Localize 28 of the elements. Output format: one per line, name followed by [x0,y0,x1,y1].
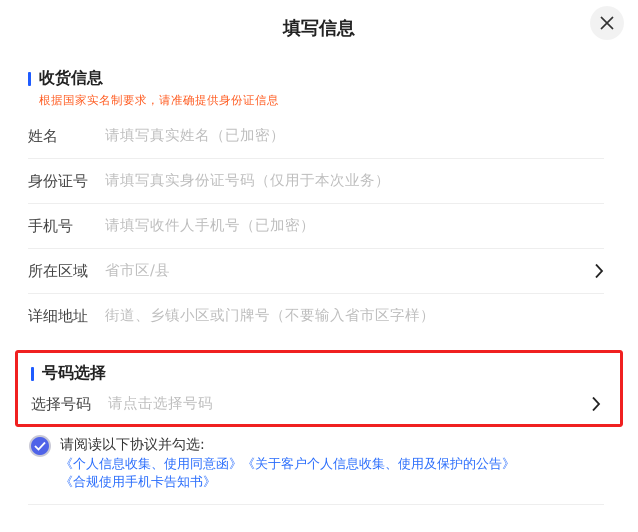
field-label: 所在区域 [28,262,89,280]
section-heading: 收货信息 [39,68,103,89]
field-label: 详细地址 [28,306,89,326]
agreement-link[interactable]: 《个人信息收集、使用同意函》 [60,456,242,474]
check-icon [34,441,46,451]
field-label: 身份证号 [28,172,89,190]
notice-text: 根据国家实名制要求，请准确提供身份证信息 [39,93,280,108]
dialog-title: 填写信息 [283,17,355,40]
select-field[interactable]: 省市区/县 [105,263,594,279]
close-icon [600,16,614,30]
chevron-right-icon[interactable] [591,396,601,412]
agreement-link[interactable]: 《关于客户个人信息收集、使用及保护的公告》 [242,456,515,474]
field-label: 姓名 [28,126,59,146]
input-field[interactable]: 街道、乡镇小区或门牌号（不要输入省市区字样） [105,308,604,324]
section-heading: 号码选择 [42,363,106,384]
agreement-prompt: 请阅读以下协议并勾选: [60,436,206,454]
agreement-link[interactable]: 《合规使用手机卡告知书》 [60,474,216,492]
select-field[interactable]: 请点击选择号码 [108,396,591,412]
section-marker [28,72,31,86]
input-field[interactable]: 请填写真实身份证号码（仅用于本次业务） [105,173,604,189]
agreement-checkbox[interactable] [29,435,51,457]
input-field[interactable]: 请填写收件人手机号（已加密） [105,218,604,234]
input-field[interactable]: 请填写真实姓名（已加密） [105,128,604,144]
field-label: 手机号 [28,216,74,236]
chevron-right-icon[interactable] [594,263,604,279]
close-button[interactable] [590,6,624,40]
field-label: 选择号码 [31,394,92,414]
section-marker [31,366,34,380]
